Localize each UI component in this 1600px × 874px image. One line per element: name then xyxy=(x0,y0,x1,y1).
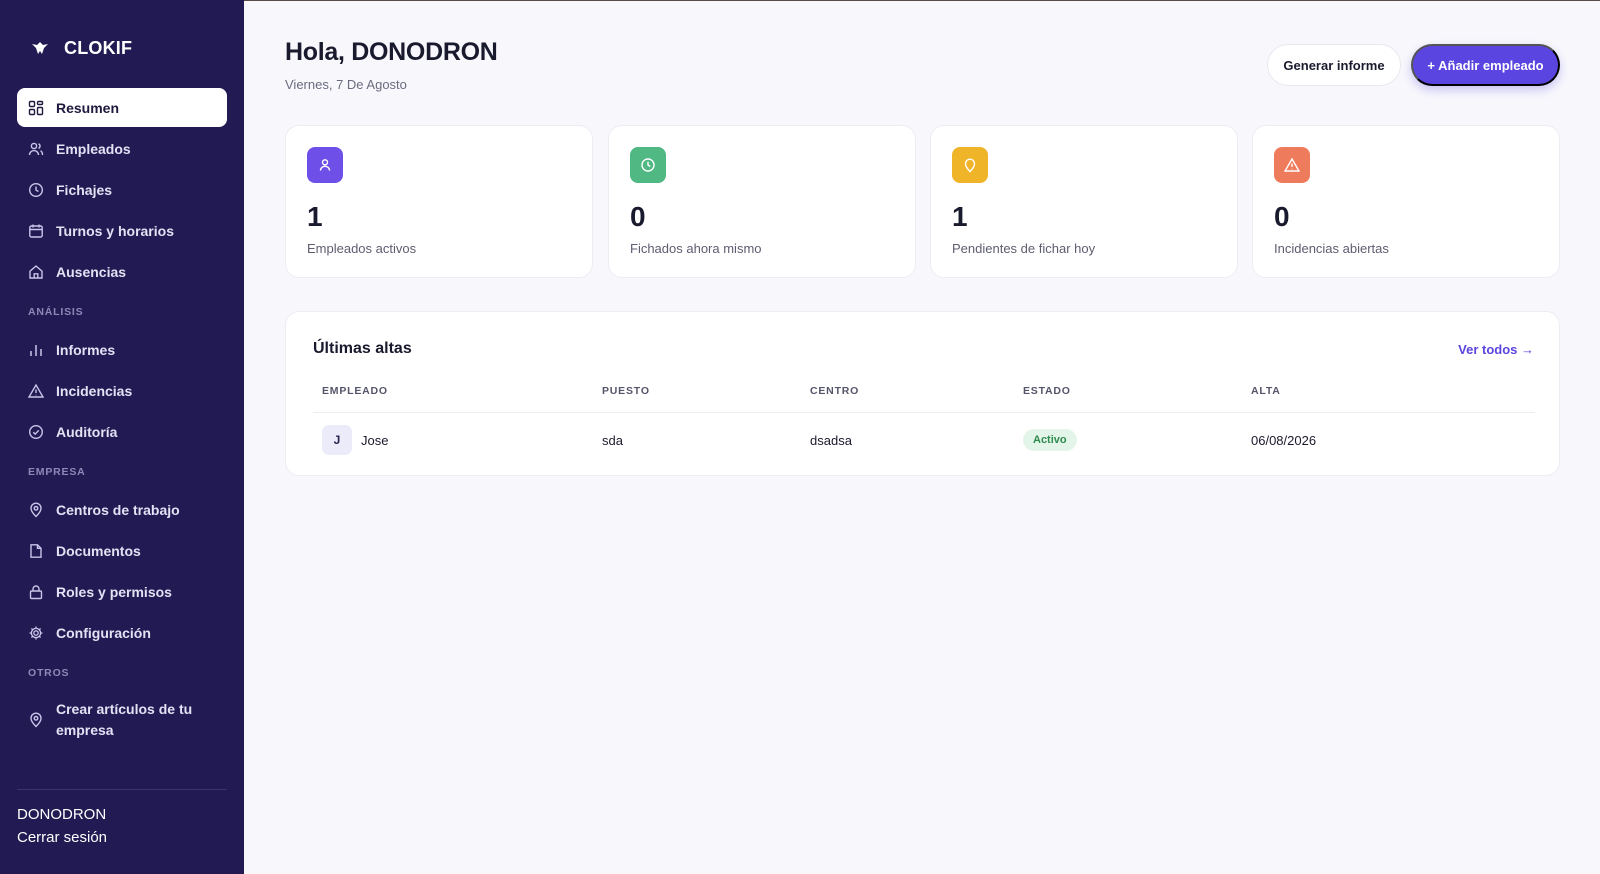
generate-report-button[interactable]: Generar informe xyxy=(1267,44,1401,86)
map-pin-icon xyxy=(952,147,988,183)
stat-card-open-incidents: 0 Incidencias abiertas xyxy=(1252,125,1560,278)
current-date: Viernes, 7 De Agosto xyxy=(285,77,407,92)
sidebar-item-configuracion[interactable]: Configuración xyxy=(17,613,227,652)
map-pin-icon xyxy=(28,502,44,518)
sidebar-item-label: Centros de trabajo xyxy=(56,501,180,518)
table-divider xyxy=(313,412,1535,413)
current-user-name: DONODRON xyxy=(17,806,107,823)
sidebar-item-label: Roles y permisos xyxy=(56,583,172,600)
users-icon xyxy=(28,141,44,157)
sidebar-item-fichajes[interactable]: Fichajes xyxy=(17,170,227,209)
recent-hires-panel: Últimas altas Ver todos → EMPLEADO PUEST… xyxy=(285,311,1560,476)
bird-logo-icon xyxy=(30,38,50,58)
logout-link[interactable]: Cerrar sesión xyxy=(17,829,107,846)
stat-value: 1 xyxy=(952,201,968,232)
status-badge: Activo xyxy=(1023,429,1077,451)
stat-value: 0 xyxy=(1274,201,1290,232)
column-header-employee[interactable]: EMPLEADO xyxy=(322,385,388,397)
document-icon xyxy=(28,543,44,559)
stat-label: Fichados ahora mismo xyxy=(630,241,762,256)
sidebar-item-label: Configuración xyxy=(56,624,151,641)
column-header-date[interactable]: ALTA xyxy=(1251,385,1281,397)
sidebar-item-empleados[interactable]: Empleados xyxy=(17,129,227,168)
sidebar: CLOKIF Resumen Empleados Fichajes Turnos… xyxy=(0,0,244,874)
stat-label: Empleados activos xyxy=(307,241,417,256)
sidebar-item-crear-articulos[interactable]: Crear artículos de tu empresa xyxy=(17,691,227,749)
sidebar-item-auditoria[interactable]: Auditoría xyxy=(17,412,227,451)
hire-date: 06/08/2026 xyxy=(1251,433,1317,448)
section-label-otros: OTROS xyxy=(28,666,70,679)
sidebar-item-roles[interactable]: Roles y permisos xyxy=(17,572,227,611)
brand-name: CLOKIF xyxy=(64,37,133,58)
check-circle-icon xyxy=(28,424,44,440)
sidebar-item-label: Informes xyxy=(56,341,116,358)
dashboard-icon xyxy=(28,100,44,116)
sidebar-divider xyxy=(17,789,227,790)
employee-center: dsadsa xyxy=(810,433,852,448)
sidebar-item-label: Auditoría xyxy=(56,423,118,440)
stat-card-pending-today: 1 Pendientes de fichar hoy xyxy=(930,125,1238,278)
stat-value: 1 xyxy=(307,201,323,232)
clock-icon xyxy=(28,182,44,198)
sidebar-nav: Resumen Empleados Fichajes Turnos y hora… xyxy=(17,88,227,751)
sidebar-item-label: Documentos xyxy=(56,542,141,559)
column-header-position[interactable]: PUESTO xyxy=(602,385,650,397)
sidebar-item-label: Fichajes xyxy=(56,181,113,198)
user-icon xyxy=(307,147,343,183)
brand[interactable]: CLOKIF xyxy=(30,36,132,60)
sidebar-item-turnos[interactable]: Turnos y horarios xyxy=(17,211,227,250)
stat-card-active-employees: 1 Empleados activos xyxy=(285,125,593,278)
employee-name[interactable]: Jose xyxy=(361,433,388,448)
stat-label: Incidencias abiertas xyxy=(1274,241,1389,256)
view-all-link[interactable]: Ver todos → xyxy=(1458,342,1534,357)
sidebar-item-label: Resumen xyxy=(56,99,120,116)
panel-title: Últimas altas xyxy=(313,340,412,357)
sidebar-item-centros[interactable]: Centros de trabajo xyxy=(17,490,227,529)
clock-icon xyxy=(630,147,666,183)
column-header-center[interactable]: CENTRO xyxy=(810,385,859,397)
sidebar-item-informes[interactable]: Informes xyxy=(17,330,227,369)
home-icon xyxy=(28,264,44,280)
employee-position: sda xyxy=(602,433,623,448)
sidebar-item-ausencias[interactable]: Ausencias xyxy=(17,252,227,291)
sidebar-item-documentos[interactable]: Documentos xyxy=(17,531,227,570)
avatar: J xyxy=(322,425,352,455)
section-label-empresa: EMPRESA xyxy=(28,465,86,478)
stat-card-clocked-in: 0 Fichados ahora mismo xyxy=(608,125,916,278)
page-title: Hola, DONODRON xyxy=(285,38,498,66)
sidebar-item-incidencias[interactable]: Incidencias xyxy=(17,371,227,410)
sidebar-item-label: Empleados xyxy=(56,140,131,157)
sidebar-item-label: Ausencias xyxy=(56,263,127,280)
column-header-status[interactable]: ESTADO xyxy=(1023,385,1071,397)
warning-icon xyxy=(1274,147,1310,183)
stat-value: 0 xyxy=(630,201,646,232)
sidebar-item-label: Incidencias xyxy=(56,382,133,399)
bar-chart-icon xyxy=(28,342,44,358)
section-label-analisis: ANÁLISIS xyxy=(28,305,84,318)
add-employee-button[interactable]: + Añadir empleado xyxy=(1411,44,1560,86)
sidebar-item-resumen[interactable]: Resumen xyxy=(17,88,227,127)
warning-icon xyxy=(28,383,44,399)
sidebar-item-label: Crear artículos de tu empresa xyxy=(56,701,193,738)
gear-icon xyxy=(28,625,44,641)
stat-label: Pendientes de fichar hoy xyxy=(952,241,1096,256)
lock-icon xyxy=(28,584,44,600)
calendar-icon xyxy=(28,223,44,239)
map-pin-icon xyxy=(28,712,44,728)
sidebar-item-label: Turnos y horarios xyxy=(56,222,174,239)
